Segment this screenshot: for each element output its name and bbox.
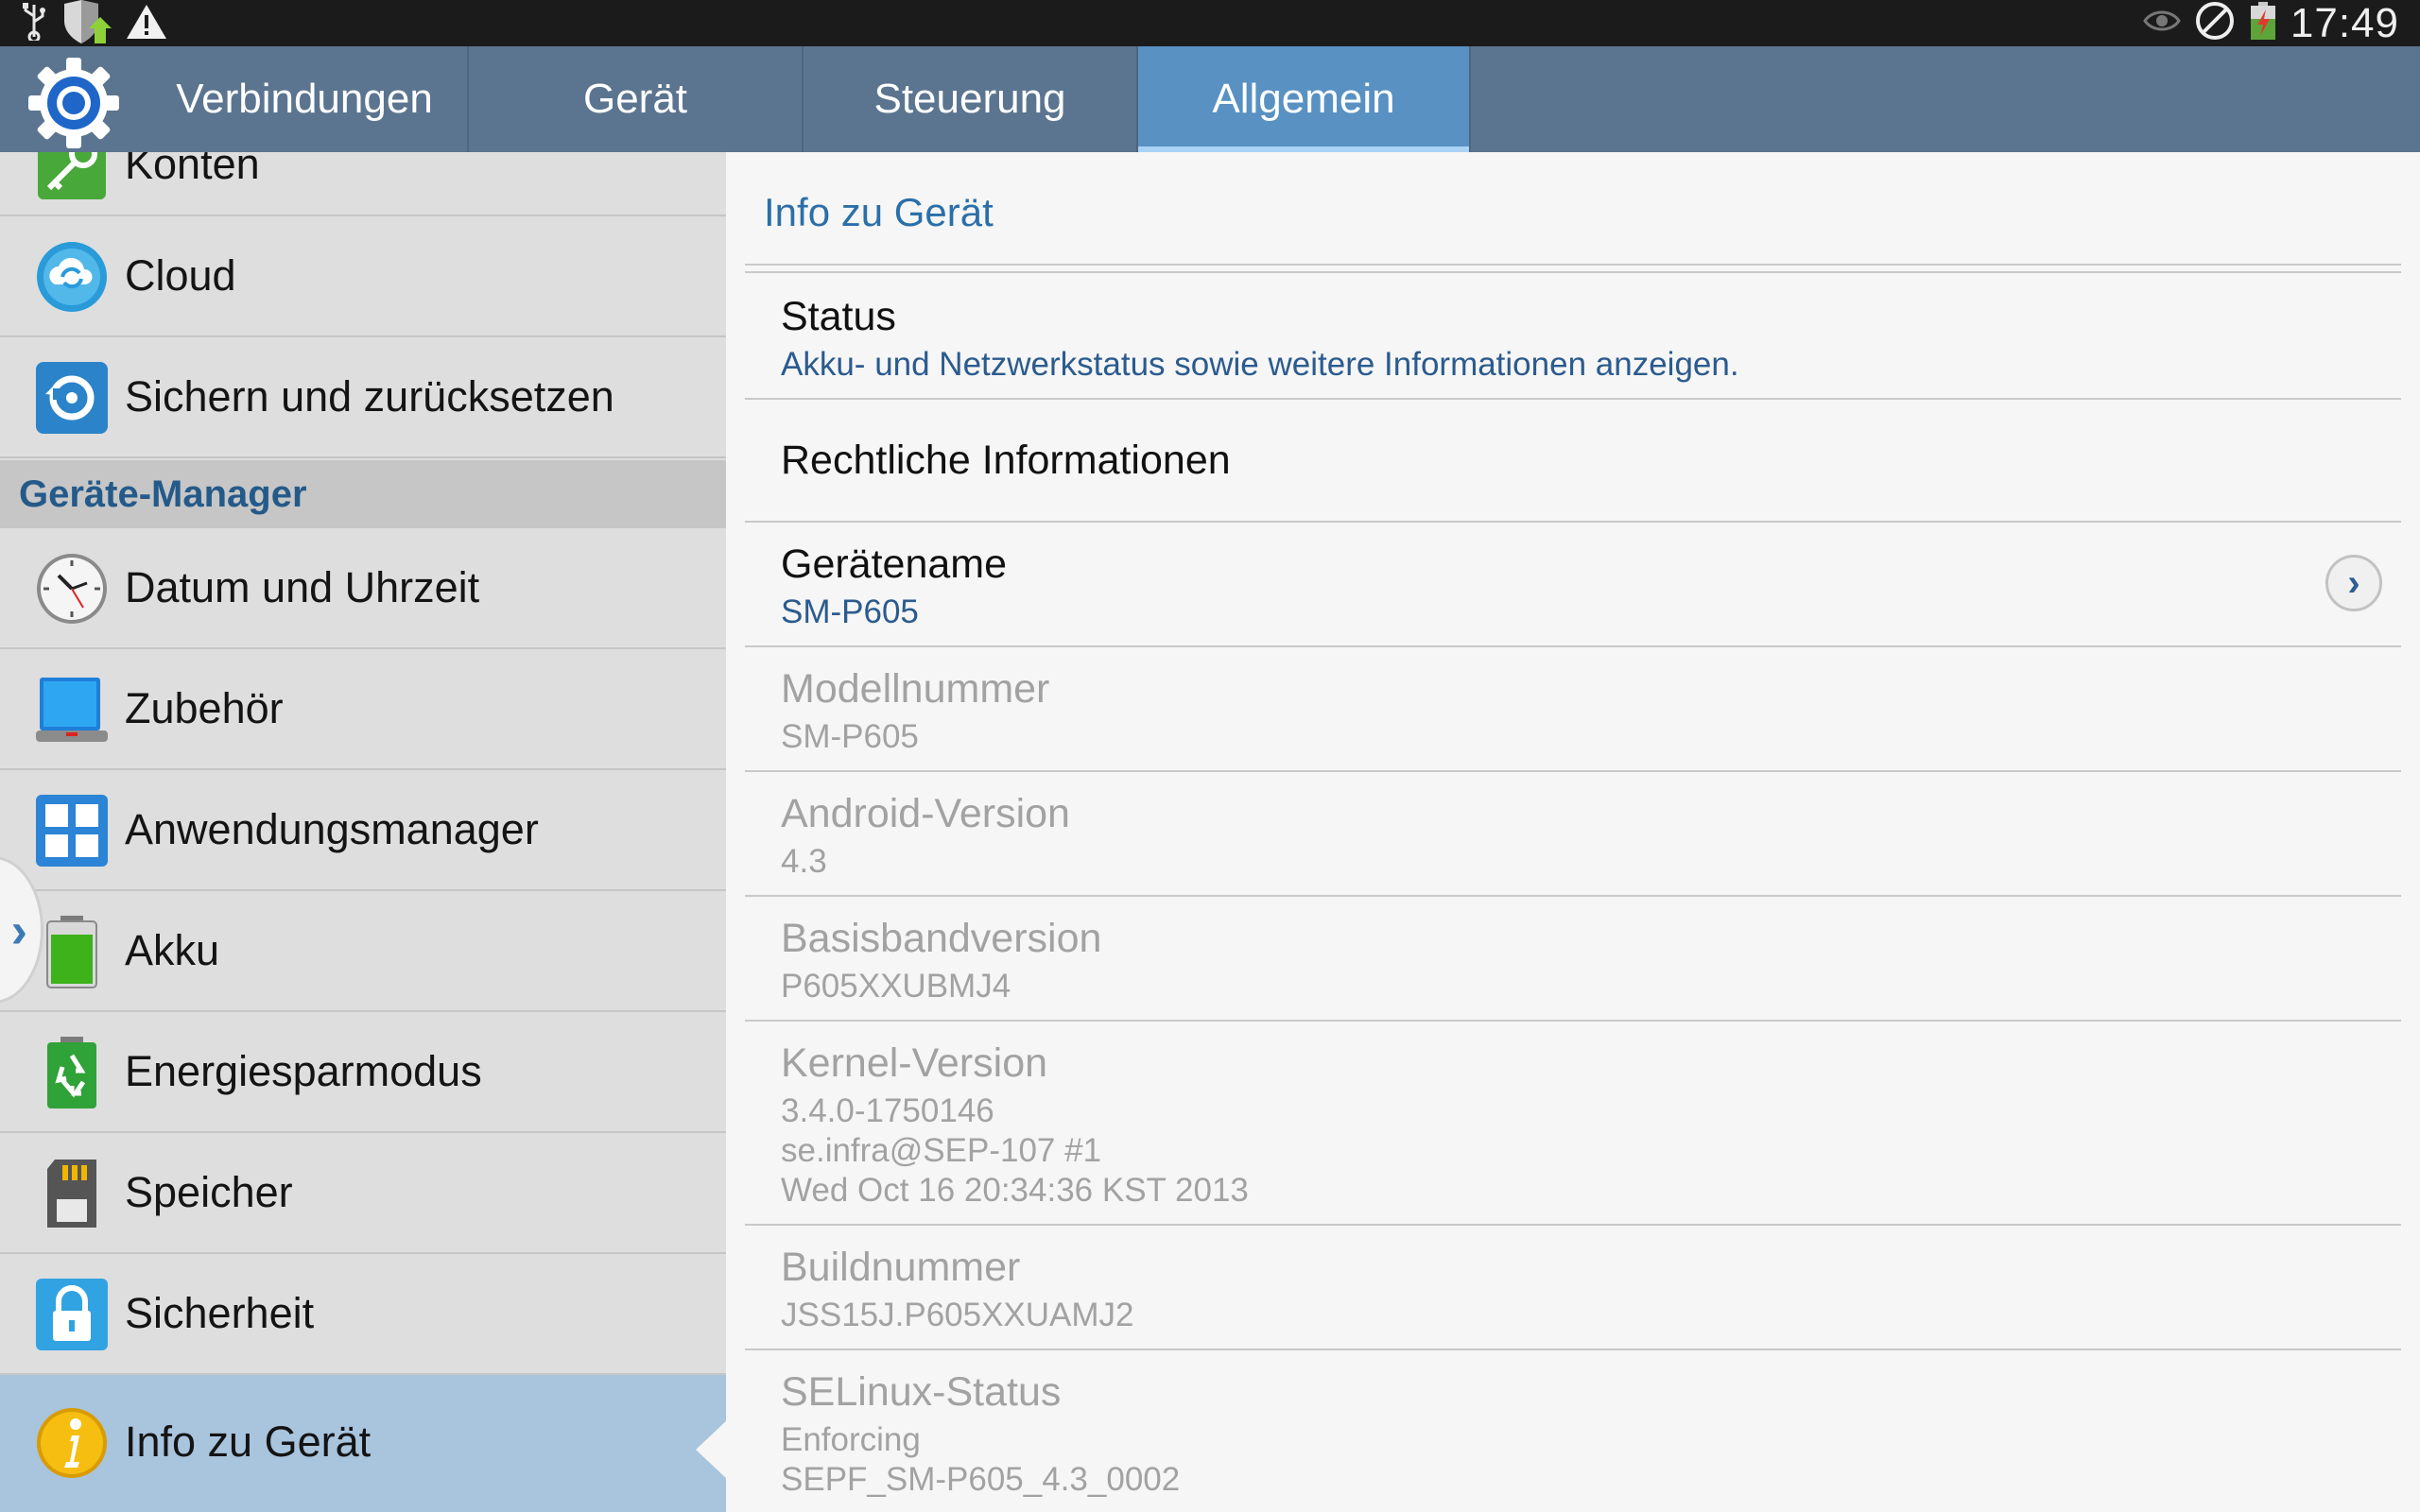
list-item-status[interactable]: Status Akku- und Netzwerkstatus sowie we…	[745, 273, 2401, 400]
sidebar-item-label: Zubehör	[125, 684, 284, 732]
tab-steuerung[interactable]: Steuerung	[804, 46, 1136, 152]
baseband-version-value: P605XXUBMJ4	[781, 968, 1011, 1005]
sidebar-item-label: Energiesparmodus	[125, 1047, 482, 1095]
cloud-icon	[34, 239, 110, 315]
sidebar-item-label: Datum und Uhrzeit	[125, 563, 480, 611]
baseband-version-title: Basisbandversion	[781, 916, 1102, 961]
kernel-version-title: Kernel-Version	[781, 1040, 1048, 1086]
power-saving-icon	[34, 1035, 110, 1110]
battery-charging-icon	[2249, 2, 2277, 44]
list-item-kernel-version: Kernel-Version 3.4.0-1750146 se.infra@SE…	[745, 1022, 2401, 1226]
list-item-buildnummer: Buildnummer JSS15J.P605XXUAMJ2	[745, 1226, 2401, 1350]
tab-verbindungen[interactable]: Verbindungen	[142, 46, 467, 152]
list-item-rechtliche-informationen[interactable]: Rechtliche Informationen	[745, 400, 2401, 523]
build-number-value: JSS15J.P605XXUAMJ2	[781, 1297, 1134, 1333]
storage-icon	[34, 1156, 110, 1231]
sidebar-item-sichern[interactable]: Sichern und zurücksetzen	[0, 337, 726, 458]
model-number-title: Modellnummer	[781, 666, 1050, 712]
sidebar-item-label: Cloud	[125, 251, 236, 300]
build-number-title: Buildnummer	[781, 1245, 1021, 1290]
tab-geraet[interactable]: Gerät	[469, 46, 802, 152]
settings-sidebar: Konten Cloud Sichern und zurücksetzen Ge…	[0, 152, 726, 1512]
model-number-value: SM-P605	[781, 718, 919, 755]
sidebar-item-anwendungsmanager[interactable]: Anwendungsmanager	[0, 770, 726, 891]
settings-gear-icon	[26, 56, 121, 150]
status-bar: 17:49	[0, 0, 2420, 46]
sidebar-item-label: Sichern und zurücksetzen	[125, 372, 614, 421]
status-bar-left-icons	[21, 0, 168, 45]
sidebar-item-label: Konten	[125, 152, 260, 188]
usb-icon	[21, 2, 47, 45]
status-subtitle: Akku- und Netzwerkstatus sowie weitere I…	[781, 346, 1739, 383]
sidebar-item-label: Speicher	[125, 1168, 293, 1216]
section-header-geraete-manager: Geräte-Manager	[0, 460, 726, 528]
eye-icon	[2143, 8, 2181, 39]
warning-icon	[125, 3, 168, 45]
sidebar-item-speicher[interactable]: Speicher	[0, 1133, 726, 1254]
sidebar-item-label: Akku	[125, 926, 220, 974]
clock-time: 17:49	[2290, 0, 2399, 46]
section-header-label: Geräte-Manager	[19, 472, 307, 515]
clock-icon	[34, 551, 110, 627]
status-bar-right-icons: 17:49	[2143, 0, 2399, 46]
settings-tab-bar: Verbindungen Gerät Steuerung Allgemein	[0, 46, 2420, 152]
sidebar-item-datum-uhrzeit[interactable]: Datum und Uhrzeit	[0, 528, 726, 649]
list-item-geraetename[interactable]: Gerätename SM-P605 ›	[745, 523, 2401, 647]
sidebar-item-label: Sicherheit	[125, 1289, 315, 1337]
sidebar-item-konten[interactable]: Konten	[0, 152, 726, 216]
accessory-icon	[34, 672, 110, 747]
android-version-value: 4.3	[781, 843, 827, 880]
info-icon	[34, 1405, 110, 1481]
backup-restore-icon	[34, 360, 110, 436]
selinux-status-line: Enforcing	[781, 1421, 921, 1458]
sidebar-item-sicherheit[interactable]: Sicherheit	[0, 1254, 726, 1375]
content-pane: Info zu Gerät Status Akku- und Netzwerks…	[726, 152, 2420, 1512]
selection-pointer	[696, 1419, 728, 1480]
no-entry-icon	[2194, 0, 2236, 46]
android-version-title: Android-Version	[781, 791, 1070, 836]
sidebar-item-label: Info zu Gerät	[125, 1418, 372, 1466]
list-item-basisbandversion: Basisbandversion P605XXUBMJ4	[745, 897, 2401, 1022]
selinux-status-title: SELinux-Status	[781, 1369, 1062, 1415]
chevron-right-icon: ›	[10, 903, 27, 958]
lock-icon	[34, 1277, 110, 1352]
sidebar-item-energiesparmodus[interactable]: Energiesparmodus	[0, 1012, 726, 1133]
list-item-modellnummer: Modellnummer SM-P605	[745, 647, 2401, 772]
device-name-title: Gerätename	[781, 541, 1008, 587]
battery-icon	[34, 914, 110, 989]
key-icon	[34, 152, 110, 203]
shield-update-icon	[60, 0, 112, 48]
sidebar-item-info-zu-geraet[interactable]: Info zu Gerät	[0, 1375, 726, 1512]
list-item-android-version: Android-Version 4.3	[745, 772, 2401, 897]
device-name-edit-button[interactable]: ›	[2325, 555, 2382, 611]
device-name-value: SM-P605	[781, 593, 919, 630]
tab-allgemein[interactable]: Allgemein	[1138, 46, 1469, 152]
chevron-right-icon: ›	[2347, 561, 2360, 604]
status-title: Status	[781, 294, 896, 339]
selinux-status-line: SEPF_SM-P605_4.3_0002	[781, 1461, 1181, 1498]
title-divider	[745, 264, 2401, 266]
list-item-selinux-status: SELinux-Status Enforcing SEPF_SM-P605_4.…	[745, 1350, 2401, 1512]
legal-title: Rechtliche Informationen	[781, 438, 1231, 483]
page-title: Info zu Gerät	[764, 190, 994, 234]
tab-divider	[1469, 46, 1471, 152]
sidebar-item-zubehoer[interactable]: Zubehör	[0, 649, 726, 770]
sidebar-item-label: Anwendungsmanager	[125, 805, 539, 853]
sidebar-item-cloud[interactable]: Cloud	[0, 216, 726, 337]
kernel-version-line: se.infra@SEP-107 #1	[781, 1132, 1102, 1169]
app-manager-icon	[34, 793, 110, 868]
kernel-version-line: Wed Oct 16 20:34:36 KST 2013	[781, 1172, 1249, 1209]
kernel-version-line: 3.4.0-1750146	[781, 1092, 994, 1129]
sidebar-item-akku[interactable]: Akku	[0, 891, 726, 1012]
